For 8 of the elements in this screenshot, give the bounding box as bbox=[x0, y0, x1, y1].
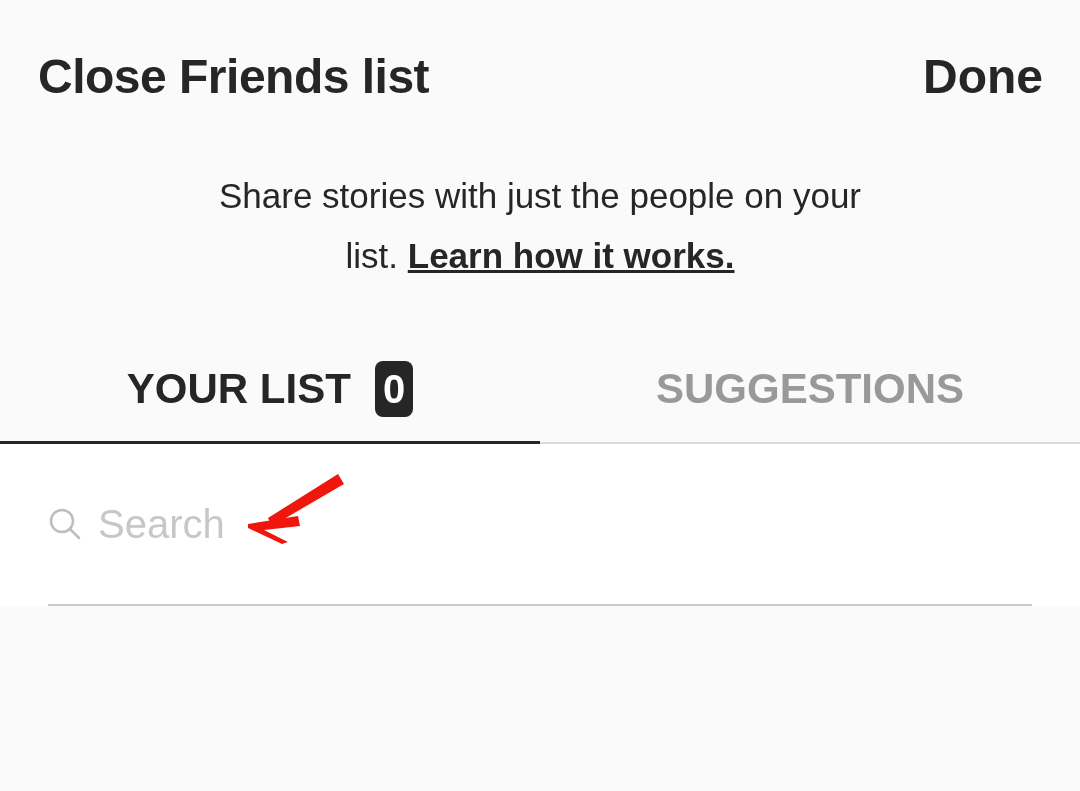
description-text: Share stories with just the people on your list. Learn how it works. bbox=[218, 175, 862, 277]
annotation-arrow-icon bbox=[248, 472, 344, 544]
done-button[interactable]: Done bbox=[923, 48, 1043, 104]
screen-title: Close Friends list bbox=[38, 48, 430, 104]
learn-link[interactable]: Learn how it works. bbox=[407, 236, 735, 275]
count-badge: 0 bbox=[374, 360, 414, 417]
search-field[interactable]: Search bbox=[98, 501, 224, 547]
search-icon bbox=[48, 507, 82, 541]
